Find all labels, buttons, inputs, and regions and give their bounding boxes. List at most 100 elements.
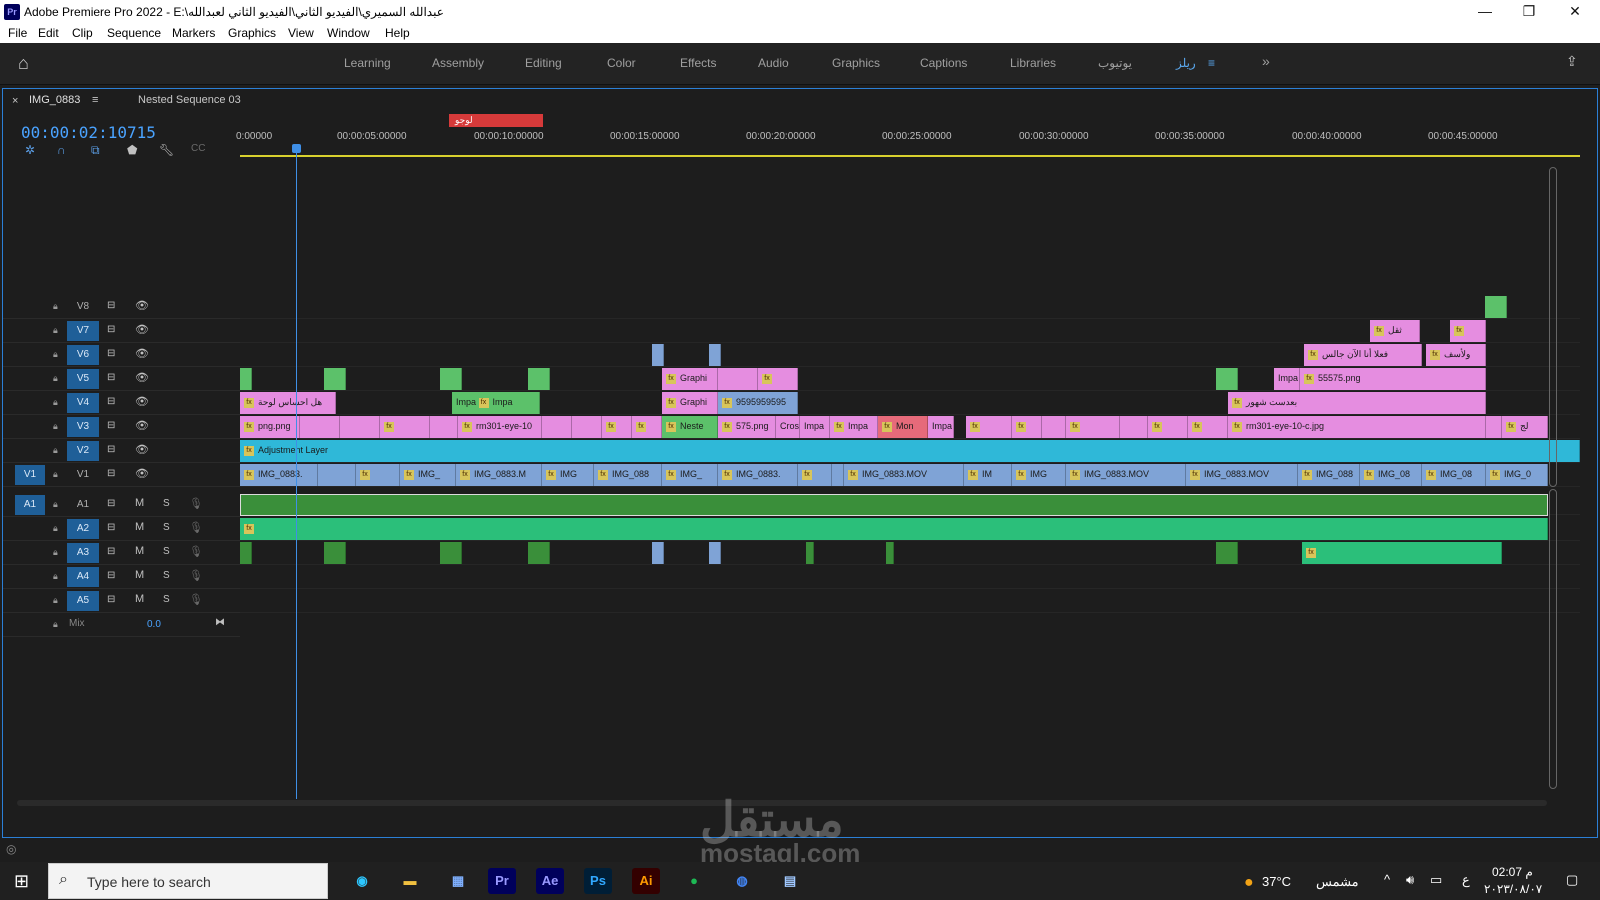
clip[interactable]: fx 575.png	[718, 416, 776, 438]
track-name[interactable]: A1	[67, 495, 99, 515]
clip[interactable]: fx png.png	[240, 416, 300, 438]
mute-button[interactable]: M	[135, 521, 144, 533]
clip[interactable]: fx Mon	[878, 416, 928, 438]
vertical-scrollbar-video[interactable]	[1549, 167, 1557, 487]
windows-start-icon[interactable]: ⊞	[14, 871, 29, 892]
clip[interactable]: fx	[798, 464, 832, 486]
clip[interactable]: fx IMG_0883.MOV	[1186, 464, 1298, 486]
clip[interactable]: fx IMG_0883.MOV	[844, 464, 964, 486]
lock-icon[interactable]: 🔒︎	[53, 547, 58, 558]
lock-icon[interactable]: 🔒︎	[53, 499, 58, 510]
file-explorer-icon[interactable]: ▬	[396, 868, 424, 894]
sync-lock-icon[interactable]: ⊟	[107, 546, 115, 557]
sync-lock-icon[interactable]: ⊟	[107, 420, 115, 431]
vertical-scrollbar-audio[interactable]	[1549, 489, 1557, 789]
clip[interactable]: fx IMG_0883.	[240, 464, 318, 486]
work-area-marker[interactable]: لوجو	[449, 114, 543, 127]
lock-icon[interactable]: 🔒︎	[53, 523, 58, 534]
mute-button[interactable]: M	[135, 497, 144, 509]
weather-temp[interactable]: 37°C	[1262, 874, 1291, 889]
lock-icon[interactable]: 🔒︎	[53, 619, 58, 630]
workspace-learning[interactable]: Learning	[344, 56, 391, 70]
clip[interactable]: fx IMG_	[662, 464, 718, 486]
menu-sequence[interactable]: Sequence	[107, 26, 161, 40]
edge-icon[interactable]: ◉	[348, 868, 376, 894]
workspace-youtube[interactable]: يوتيوب	[1098, 56, 1132, 70]
lock-icon[interactable]: 🔒︎	[53, 325, 58, 336]
tab-nested-sequence-03[interactable]: Nested Sequence 03	[138, 94, 241, 106]
chrome-icon[interactable]: ◍	[728, 868, 756, 894]
clip[interactable]: fx rm301-eye-10-c.jpg	[1228, 416, 1486, 438]
notifications-icon[interactable]: ▢	[1566, 872, 1578, 888]
tray-chevron-icon[interactable]: ^	[1384, 872, 1390, 887]
track-name[interactable]: V3	[67, 417, 99, 437]
render-status-icon[interactable]: ◎	[6, 842, 16, 856]
tab-menu-icon[interactable]: ≡	[92, 94, 98, 106]
source-patch-a1[interactable]: A1	[15, 495, 45, 515]
mute-button[interactable]: M	[135, 569, 144, 581]
clip[interactable]	[542, 416, 572, 438]
clip[interactable]: fx Neste	[662, 416, 718, 438]
eye-icon[interactable]: 👁︎	[135, 347, 149, 360]
clock-time[interactable]: 02:07 م	[1492, 865, 1533, 879]
clip[interactable]: fx IMG_088	[594, 464, 662, 486]
clip[interactable]: fx بعدست شهور	[1228, 392, 1486, 414]
lock-icon[interactable]: 🔒︎	[53, 445, 58, 456]
clip[interactable]: fx	[758, 368, 798, 390]
clip[interactable]	[324, 368, 346, 390]
sync-lock-icon[interactable]: ⊟	[107, 570, 115, 581]
clip[interactable]	[528, 368, 550, 390]
workspace-reels[interactable]: ريلز	[1176, 56, 1196, 70]
clip[interactable]: Impa	[928, 416, 954, 438]
clip[interactable]: Cros	[776, 416, 800, 438]
sync-lock-icon[interactable]: ⊟	[107, 468, 115, 479]
tab-img-0883[interactable]: IMG_0883	[29, 94, 80, 106]
playhead-timecode[interactable]: 00:00:02:10715	[21, 123, 156, 142]
sync-lock-icon[interactable]: ⊟	[107, 396, 115, 407]
audio-clip[interactable]	[240, 494, 1548, 516]
eye-icon[interactable]: 👁︎	[135, 323, 149, 336]
track-name[interactable]: V2	[67, 441, 99, 461]
minimize-button[interactable]: —	[1462, 0, 1508, 24]
menu-help[interactable]: Help	[385, 26, 410, 40]
clip[interactable]: fx	[356, 464, 400, 486]
solo-button[interactable]: S	[163, 594, 170, 605]
clip[interactable]: Impa	[800, 416, 830, 438]
clip[interactable]: fx Graphi	[662, 368, 718, 390]
microphone-icon[interactable]: 🎙︎	[189, 497, 203, 510]
clip[interactable]: fx IMG	[1012, 464, 1066, 486]
audio-clip[interactable]	[324, 542, 346, 564]
microphone-icon[interactable]: 🎙︎	[189, 521, 203, 534]
track-name[interactable]: V8	[67, 297, 99, 317]
solo-button[interactable]: S	[163, 498, 170, 509]
photoshop-taskbar-icon[interactable]: Ps	[584, 868, 612, 894]
track-name[interactable]: A5	[67, 591, 99, 611]
audio-clip[interactable]: fx	[1302, 542, 1502, 564]
track-name[interactable]: V7	[67, 321, 99, 341]
taskbar-search-box[interactable]: ⌕ Type here to search	[48, 863, 328, 899]
sync-lock-icon[interactable]: ⊟	[107, 522, 115, 533]
track-name[interactable]: V6	[67, 345, 99, 365]
clip[interactable]: fx لج	[1502, 416, 1548, 438]
clip[interactable]: fx	[1012, 416, 1042, 438]
time-ruler[interactable]: 0:00000 00:00:05:00000 00:00:10:00000 00…	[236, 117, 1580, 159]
clip[interactable]: fx	[380, 416, 430, 438]
clock-date[interactable]: ٢٠٢٣/٠٨/٠٧	[1484, 882, 1542, 896]
track-name[interactable]: A3	[67, 543, 99, 563]
clip[interactable]: fx 55575.png	[1300, 368, 1486, 390]
sync-lock-icon[interactable]: ⊟	[107, 324, 115, 335]
clip[interactable]: fx فعلا أنا الآن جالس	[1304, 344, 1422, 366]
clip[interactable]	[430, 416, 458, 438]
sync-lock-icon[interactable]: ⊟	[107, 372, 115, 383]
menu-window[interactable]: Window	[327, 26, 370, 40]
lock-icon[interactable]: 🔒︎	[53, 301, 58, 312]
store-icon[interactable]: ▦	[444, 868, 472, 894]
audio-clip[interactable]	[806, 542, 814, 564]
clip[interactable]: fx Adjustment Layer	[240, 440, 1580, 462]
clip[interactable]: fx 9595959595	[718, 392, 798, 414]
clip[interactable]	[1120, 416, 1148, 438]
clip[interactable]	[318, 464, 356, 486]
track-name[interactable]: A2	[67, 519, 99, 539]
playhead-line[interactable]	[296, 144, 297, 799]
lock-icon[interactable]: 🔒︎	[53, 595, 58, 606]
